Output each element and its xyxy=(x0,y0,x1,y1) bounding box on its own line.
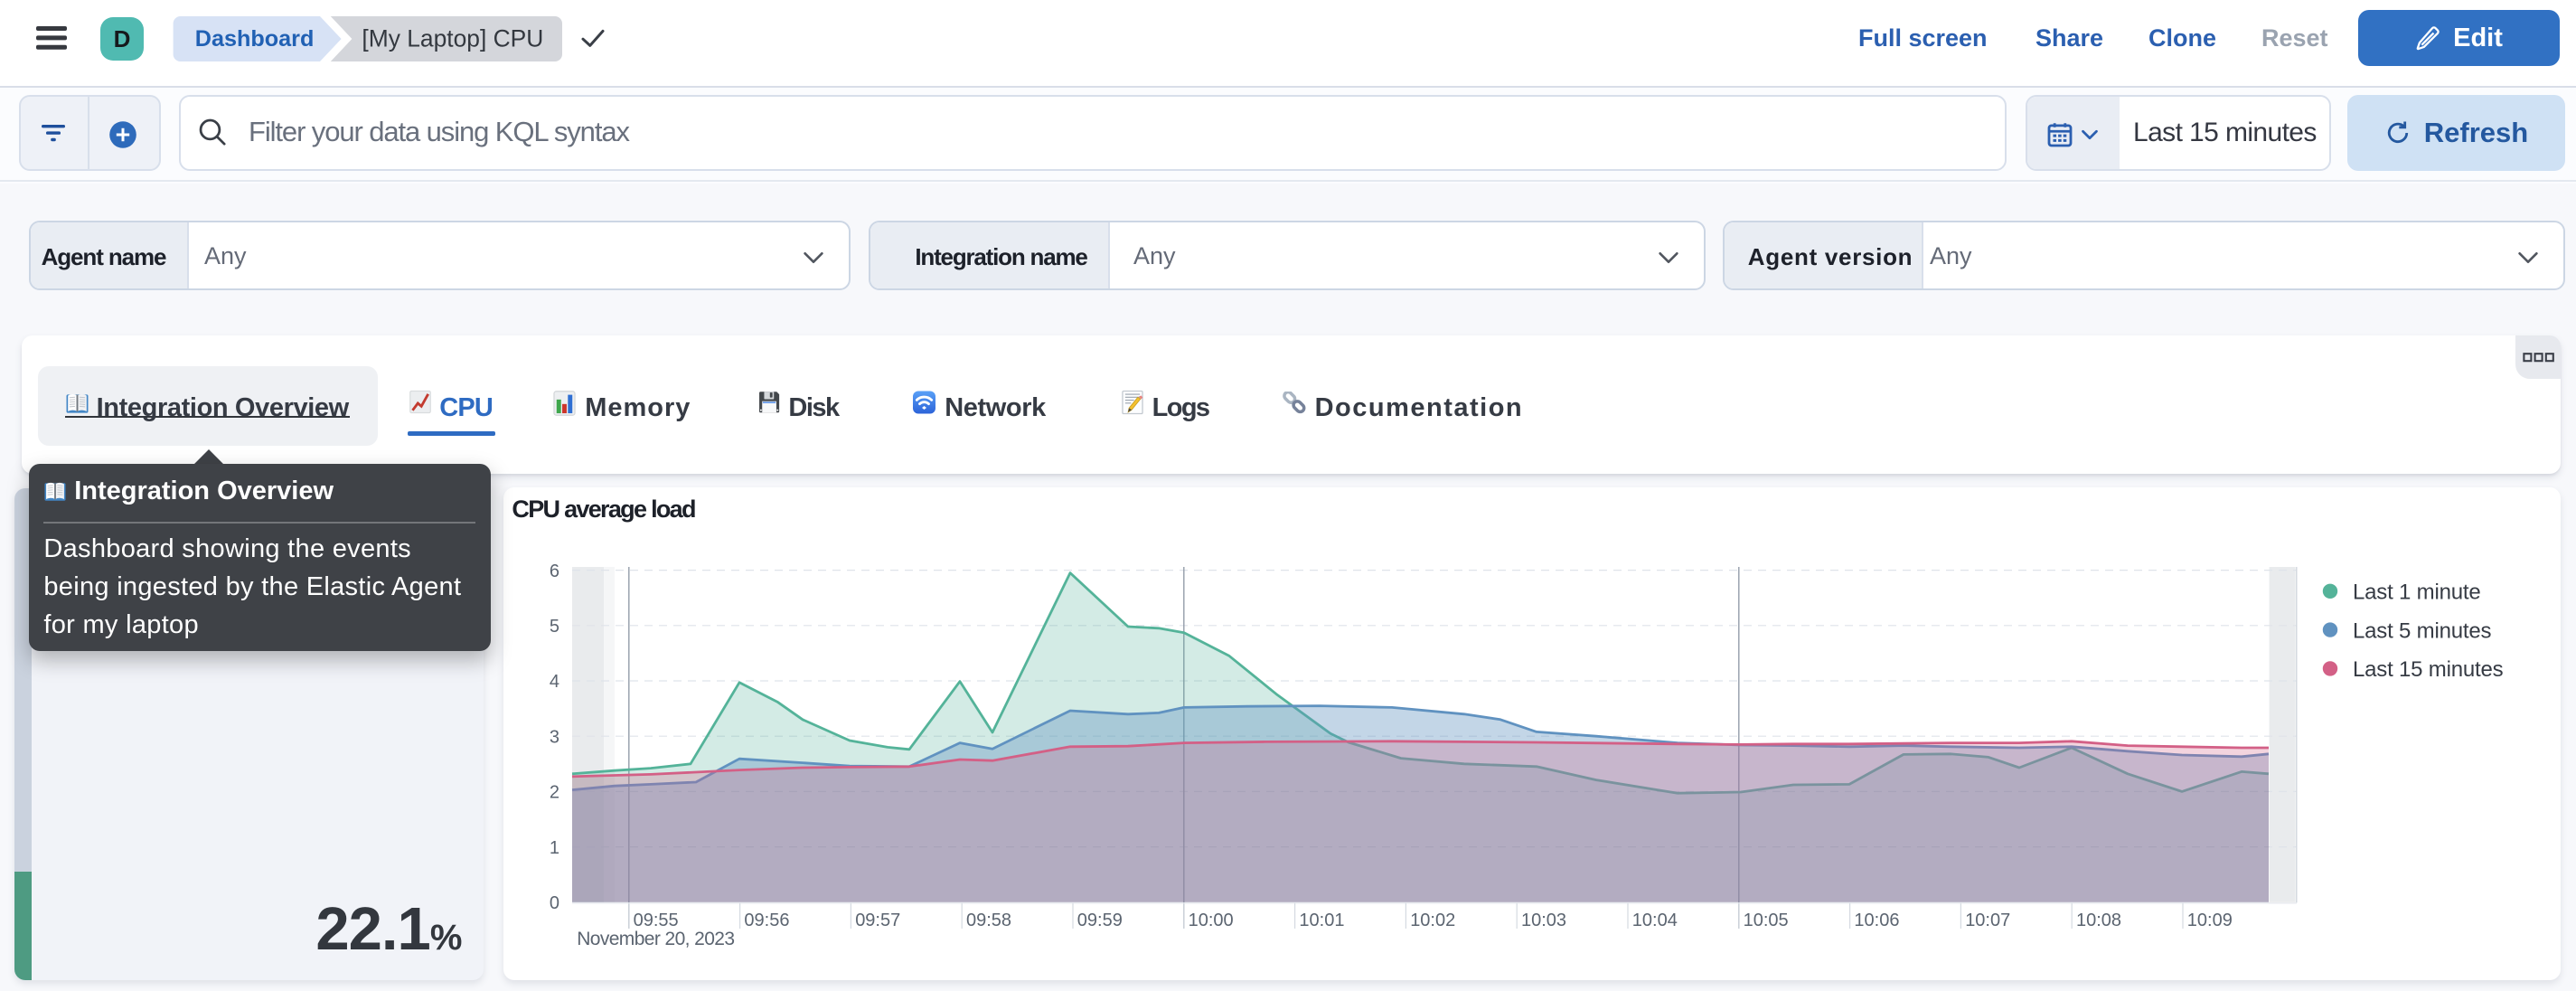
svg-text:[My Laptop] CPU: [My Laptop] CPU xyxy=(362,25,543,52)
svg-text:Last 1 minute: Last 1 minute xyxy=(2353,580,2480,605)
svg-text:10:02: 10:02 xyxy=(1410,911,1455,930)
svg-text:Last 15 minutes: Last 15 minutes xyxy=(2353,657,2504,682)
svg-text:3: 3 xyxy=(550,727,559,747)
svg-text:09:59: 09:59 xyxy=(1077,911,1123,930)
svg-text:10:04: 10:04 xyxy=(1632,911,1678,930)
svg-text:1: 1 xyxy=(550,838,559,858)
svg-text:6: 6 xyxy=(550,562,559,581)
svg-text:09:55: 09:55 xyxy=(634,911,679,930)
svg-text:10:06: 10:06 xyxy=(1854,911,1899,930)
svg-text:10:05: 10:05 xyxy=(1744,911,1789,930)
svg-text:10:00: 10:00 xyxy=(1189,911,1234,930)
svg-text:10:09: 10:09 xyxy=(2187,911,2233,930)
svg-text:5: 5 xyxy=(550,617,559,637)
svg-text:10:08: 10:08 xyxy=(2076,911,2121,930)
svg-text:10:01: 10:01 xyxy=(1299,911,1344,930)
svg-text:10:03: 10:03 xyxy=(1521,911,1566,930)
svg-text:09:57: 09:57 xyxy=(855,911,900,930)
svg-text:Dashboard: Dashboard xyxy=(195,26,315,52)
svg-text:10:07: 10:07 xyxy=(1965,911,2010,930)
svg-text:Last 5 minutes: Last 5 minutes xyxy=(2353,618,2491,643)
svg-text:09:56: 09:56 xyxy=(744,911,789,930)
svg-text:2: 2 xyxy=(550,783,559,803)
svg-text:4: 4 xyxy=(550,672,559,692)
svg-text:0: 0 xyxy=(550,893,559,913)
svg-text:09:58: 09:58 xyxy=(966,911,1011,930)
svg-text:November 20, 2023: November 20, 2023 xyxy=(577,929,734,949)
